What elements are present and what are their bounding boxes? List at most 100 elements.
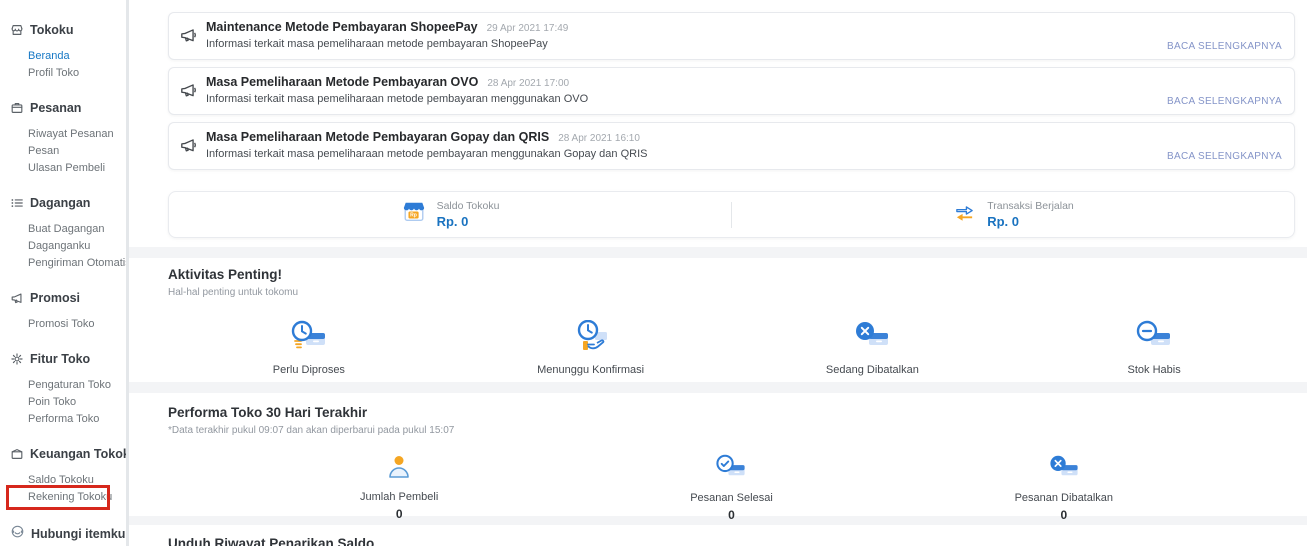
notification-card[interactable]: Masa Pemeliharaan Metode Pembayaran Gopa… — [168, 122, 1295, 170]
check-card-icon — [714, 454, 748, 488]
sidebar-section-keuangan: Keuangan Tokoku Saldo Tokoku Rekening To… — [0, 446, 126, 506]
read-more-link[interactable]: BACA SELENGKAPNYA — [1167, 96, 1282, 107]
stat-pesanan-dibatalkan: Pesanan Dibatalkan 0 — [898, 454, 1230, 522]
sidebar-section-dagangan: Dagangan Buat Dagangan Daganganku Pengir… — [0, 195, 126, 272]
saldo-value: Rp. 0 — [437, 214, 500, 229]
notification-description: Informasi terkait masa pemeliharaan meto… — [206, 38, 1294, 50]
sidebar-section-title: Fitur Toko — [30, 352, 90, 366]
sidebar-section-tokoku: Tokoku Beranda Profil Toko — [0, 22, 126, 82]
transaksi-berjalan-summary[interactable]: Transaksi Berjalan Rp. 0 — [732, 200, 1294, 229]
store-balance-icon: Rp — [401, 200, 427, 229]
sidebar-section-title: Keuangan Tokoku — [30, 447, 137, 461]
transaksi-label: Transaksi Berjalan — [987, 200, 1074, 212]
activity-label: Perlu Diproses — [273, 364, 345, 376]
sidebar-item-pesan[interactable]: Pesan — [0, 143, 126, 160]
list-icon — [10, 196, 24, 210]
sidebar: Tokoku Beranda Profil Toko Pesanan Riway… — [0, 0, 126, 546]
clock-card-icon — [289, 320, 329, 359]
performance-subtitle: *Data terakhir pukul 09:07 dan akan dipe… — [168, 425, 1295, 436]
download-title: Unduh Riwayat Penarikan Saldo — [168, 536, 1295, 546]
gear-icon — [10, 352, 24, 366]
stat-value: 0 — [728, 508, 735, 522]
sidebar-section-fitur-toko: Fitur Toko Pengaturan Toko Poin Toko Per… — [0, 351, 126, 428]
sidebar-item-pengiriman-otomatis[interactable]: Pengiriman Otomatis — [0, 255, 126, 272]
notification-description: Informasi terkait masa pemeliharaan meto… — [206, 148, 1294, 160]
sidebar-item-riwayat-pesanan[interactable]: Riwayat Pesanan — [0, 126, 126, 143]
megaphone-icon — [10, 291, 24, 305]
sidebar-item-promosi-toko[interactable]: Promosi Toko — [0, 316, 126, 333]
download-section: Unduh Riwayat Penarikan Saldo — [129, 525, 1307, 546]
cancel-card-icon — [1047, 454, 1081, 488]
store-icon — [10, 23, 24, 37]
wallet-icon — [10, 447, 24, 461]
person-icon — [384, 454, 414, 487]
balance-card: Rp Saldo Tokoku Rp. 0 Transaksi Berjalan… — [168, 191, 1295, 238]
sidebar-item-hubungi-itemku[interactable]: Hubungi itemku — [0, 524, 126, 544]
sidebar-item-ulasan-pembeli[interactable]: Ulasan Pembeli — [0, 160, 126, 177]
sidebar-item-saldo-tokoku[interactable]: Saldo Tokoku — [0, 472, 126, 489]
activities-section: Aktivitas Penting! Hal-hal penting untuk… — [129, 258, 1307, 382]
sidebar-item-performa-toko[interactable]: Performa Toko — [0, 411, 126, 428]
sidebar-item-profil-toko[interactable]: Profil Toko — [0, 65, 126, 82]
sidebar-item-pengaturan-toko[interactable]: Pengaturan Toko — [0, 377, 126, 394]
clock-hand-icon — [571, 320, 611, 359]
megaphone-icon — [179, 26, 197, 49]
sidebar-item-poin-toko[interactable]: Poin Toko — [0, 394, 126, 411]
performance-section: Performa Toko 30 Hari Terakhir *Data ter… — [129, 393, 1307, 516]
activity-label: Sedang Dibatalkan — [826, 364, 919, 376]
sidebar-item-daganganku[interactable]: Daganganku — [0, 238, 126, 255]
sidebar-section-title: Promosi — [30, 291, 80, 305]
sidebar-section-title: Pesanan — [30, 101, 81, 115]
section-gap — [129, 382, 1307, 393]
sidebar-section-promosi: Promosi Promosi Toko — [0, 290, 126, 333]
sidebar-item-rekening-tokoku[interactable]: Rekening Tokoku — [0, 489, 126, 506]
minus-card-icon — [1134, 320, 1174, 359]
sidebar-item-beranda[interactable]: Beranda — [0, 48, 126, 65]
activity-label: Stok Habis — [1128, 364, 1181, 376]
contact-label: Hubungi itemku — [31, 527, 125, 541]
stat-label: Jumlah Pembeli — [360, 491, 438, 503]
activities-subtitle: Hal-hal penting untuk tokomu — [168, 287, 1295, 298]
notification-title: Maintenance Metode Pembayaran ShopeePay — [206, 20, 478, 34]
notification-date: 28 Apr 2021 16:10 — [558, 133, 640, 144]
sidebar-section-title: Dagangan — [30, 196, 90, 210]
megaphone-icon — [179, 81, 197, 104]
main-content: Maintenance Metode Pembayaran ShopeePay … — [129, 0, 1307, 546]
order-icon — [10, 101, 24, 115]
activity-stok-habis[interactable]: Stok Habis — [1013, 320, 1295, 376]
notification-title: Masa Pemeliharaan Metode Pembayaran OVO — [206, 75, 478, 89]
stat-label: Pesanan Selesai — [690, 492, 773, 504]
stat-value: 0 — [1060, 508, 1067, 522]
saldo-label: Saldo Tokoku — [437, 200, 500, 212]
sidebar-item-buat-dagangan[interactable]: Buat Dagangan — [0, 221, 126, 238]
activity-menunggu-konfirmasi[interactable]: Menunggu Konfirmasi — [450, 320, 732, 376]
support-icon — [10, 524, 25, 544]
section-gap — [129, 247, 1307, 258]
transaksi-value: Rp. 0 — [987, 214, 1074, 229]
megaphone-icon — [179, 136, 197, 159]
cancel-card-icon — [852, 320, 892, 359]
notification-card[interactable]: Maintenance Metode Pembayaran ShopeePay … — [168, 12, 1295, 60]
svg-text:Rp: Rp — [410, 213, 417, 219]
sidebar-section-pesanan: Pesanan Riwayat Pesanan Pesan Ulasan Pem… — [0, 100, 126, 177]
activity-perlu-diproses[interactable]: Perlu Diproses — [168, 320, 450, 376]
notification-list: Maintenance Metode Pembayaran ShopeePay … — [129, 0, 1307, 170]
transfer-arrows-icon — [952, 202, 977, 228]
notification-description: Informasi terkait masa pemeliharaan meto… — [206, 93, 1294, 105]
read-more-link[interactable]: BACA SELENGKAPNYA — [1167, 151, 1282, 162]
read-more-link[interactable]: BACA SELENGKAPNYA — [1167, 41, 1282, 52]
activity-label: Menunggu Konfirmasi — [537, 364, 644, 376]
sidebar-section-title: Tokoku — [30, 23, 74, 37]
stat-pesanan-selesai: Pesanan Selesai 0 — [565, 454, 897, 522]
performance-title: Performa Toko 30 Hari Terakhir — [168, 405, 1295, 420]
notification-date: 29 Apr 2021 17:49 — [487, 23, 569, 34]
stat-jumlah-pembeli: Jumlah Pembeli 0 — [233, 454, 565, 522]
stat-label: Pesanan Dibatalkan — [1015, 492, 1113, 504]
stat-value: 0 — [396, 507, 403, 521]
notification-card[interactable]: Masa Pemeliharaan Metode Pembayaran OVO … — [168, 67, 1295, 115]
notification-title: Masa Pemeliharaan Metode Pembayaran Gopa… — [206, 130, 549, 144]
activities-title: Aktivitas Penting! — [168, 267, 1295, 282]
notification-date: 28 Apr 2021 17:00 — [487, 78, 569, 89]
saldo-tokoku-summary[interactable]: Rp Saldo Tokoku Rp. 0 — [169, 200, 731, 229]
activity-sedang-dibatalkan[interactable]: Sedang Dibatalkan — [732, 320, 1014, 376]
